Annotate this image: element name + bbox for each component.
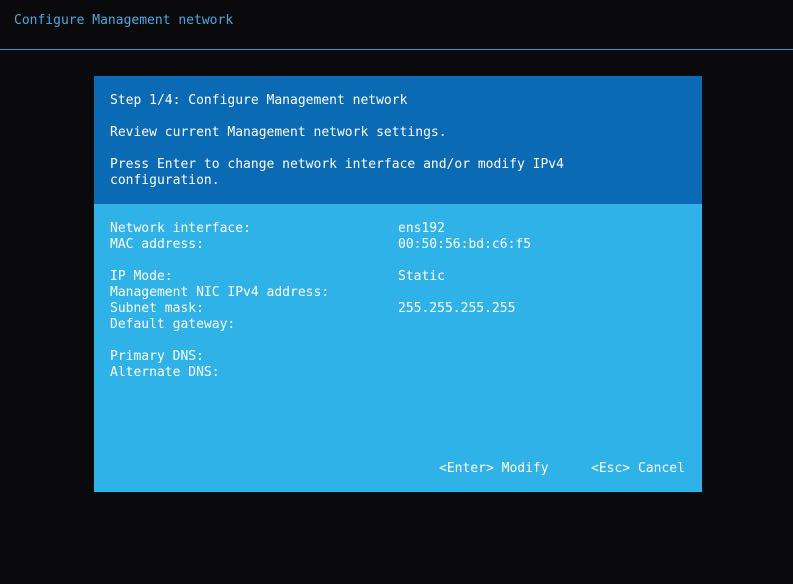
subnet-mask-value: 255.255.255.255 (398, 301, 516, 316)
ipv4-address-label: Management NIC IPv4 address: (110, 285, 330, 300)
cancel-button[interactable]: <Esc> Cancel (591, 461, 685, 477)
instruction-text-line-2: configuration. (110, 173, 220, 188)
alternate-dns-label: Alternate DNS: (110, 365, 220, 380)
modify-button[interactable]: <Enter> Modify (439, 461, 549, 477)
configure-network-dialog: Step 1/4: Configure Management network R… (94, 76, 702, 492)
instruction-text-line-1: Press Enter to change network interface … (110, 157, 564, 172)
ip-mode-label: IP Mode: (110, 269, 173, 284)
mac-address-label: MAC address: (110, 237, 204, 252)
primary-dns-label: Primary DNS: (110, 349, 204, 364)
mac-address-value: 00:50:56:bd:c6:f5 (398, 237, 532, 252)
app-title: Configure Management network (14, 13, 234, 28)
review-text: Review current Management network settin… (110, 125, 447, 140)
step-title: Step 1/4: Configure Management network (110, 93, 408, 108)
dialog-header: Step 1/4: Configure Management network R… (94, 76, 702, 204)
subnet-mask-label: Subnet mask: (110, 301, 204, 316)
network-interface-value: ens192 (398, 221, 445, 236)
network-interface-label: Network interface: (110, 221, 251, 236)
default-gateway-label: Default gateway: (110, 317, 236, 332)
ip-mode-value: Static (398, 269, 445, 284)
top-bar: Configure Management network (0, 0, 793, 50)
